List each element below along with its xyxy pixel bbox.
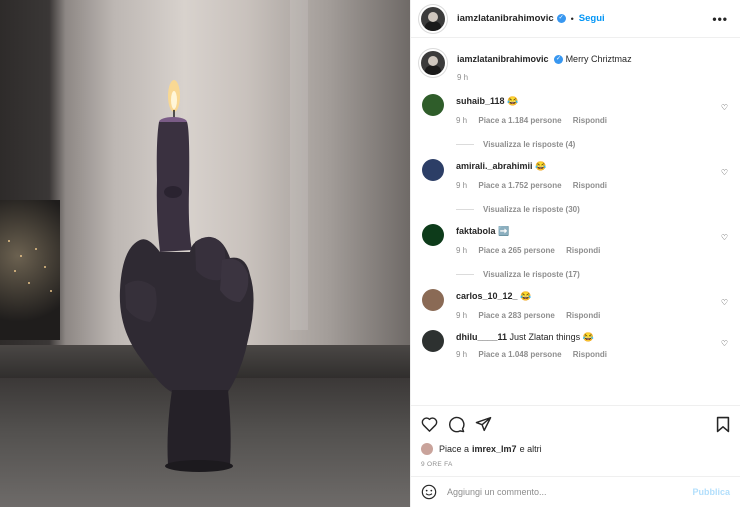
reply-button[interactable]: Rispondi (573, 116, 607, 125)
author-avatar[interactable] (421, 6, 445, 31)
post-caption: iamzlatanibrahimovic ✓ Merry Chriztmaz 9… (421, 50, 730, 82)
post-image[interactable] (0, 0, 410, 507)
comment-item: carlos_10_12_ 😂 9 h Piace a 283 persone … (421, 289, 730, 320)
post-header: iamzlatanibrahimovic ✓ • Segui ••• (411, 0, 740, 38)
caption-text: Merry Chriztmaz (565, 54, 632, 64)
reply-button[interactable]: Rispondi (566, 246, 600, 255)
replies-line (456, 274, 474, 276)
share-icon[interactable] (475, 416, 492, 432)
comment-heart-icon[interactable]: ♡ (721, 103, 728, 112)
view-replies-label: Visualizza le risposte (17) (483, 270, 580, 280)
comment-text: 😂 (535, 161, 547, 172)
comment-heart-icon[interactable]: ♡ (721, 168, 728, 177)
bookmark-icon[interactable] (716, 416, 730, 433)
more-options-icon[interactable]: ••• (712, 12, 728, 26)
caption-avatar[interactable] (421, 51, 445, 75)
wall-light (290, 0, 308, 330)
comment-username[interactable]: faktabola (456, 226, 496, 236)
view-replies-button[interactable]: Visualizza le risposte (30) (456, 205, 730, 214)
night-window (0, 200, 60, 340)
comment-time[interactable]: 9 h (456, 116, 467, 125)
comment-heart-icon[interactable]: ♡ (721, 339, 728, 348)
comment-likes[interactable]: Piace a 1.752 persone (478, 181, 561, 190)
caption-time[interactable]: 9 h (457, 73, 468, 82)
comments-list[interactable]: iamzlatanibrahimovic ✓ Merry Chriztmaz 9… (411, 38, 740, 405)
publish-button[interactable]: Pubblica (692, 487, 730, 497)
comment-heart-icon[interactable]: ♡ (721, 233, 728, 242)
comment-text: 😂 (507, 96, 519, 107)
view-replies-button[interactable]: Visualizza le risposte (4) (456, 140, 730, 149)
replies-line (456, 144, 474, 146)
caption-username[interactable]: iamzlatanibrahimovic (457, 54, 549, 64)
likes-prefix: Piace a (439, 444, 470, 454)
comment-likes[interactable]: Piace a 265 persone (478, 246, 555, 255)
view-replies-label: Visualizza le risposte (4) (483, 140, 576, 150)
follow-button[interactable]: Segui (579, 13, 605, 24)
reply-button[interactable]: Rispondi (573, 181, 607, 190)
view-replies-label: Visualizza le risposte (30) (483, 205, 580, 215)
view-replies-button[interactable]: Visualizza le risposte (17) (456, 270, 730, 279)
reply-button[interactable]: Rispondi (573, 350, 607, 359)
author-username[interactable]: iamzlatanibrahimovic (457, 13, 554, 24)
comment-input[interactable]: Aggiungi un commento... (447, 487, 692, 497)
comment-icon[interactable] (448, 416, 465, 433)
comment-time[interactable]: 9 h (456, 350, 467, 359)
comment-avatar[interactable] (422, 330, 444, 353)
comment-username[interactable]: suhaib_118 (456, 96, 505, 106)
comment-username[interactable]: amirali._abrahimii (456, 161, 533, 171)
verified-badge-icon: ✓ (554, 55, 564, 65)
comment-avatar[interactable] (422, 94, 444, 117)
comment-time[interactable]: 9 h (456, 181, 467, 190)
likes-summary[interactable]: Piace a imrex_lm7 e altri (421, 443, 730, 455)
comment-text: Just Zlatan things 😂 (509, 332, 594, 343)
comment-text: 😂 (520, 291, 532, 302)
reply-button[interactable]: Rispondi (566, 311, 600, 320)
comment-text: ➡️ (498, 226, 510, 237)
comment-likes[interactable]: Piace a 1.184 persone (478, 116, 561, 125)
liker-username[interactable]: imrex_lm7 (472, 444, 517, 454)
header-separator: • (570, 13, 574, 24)
comment-item: dhilu____11 Just Zlatan things 😂 9 h Pia… (421, 330, 730, 359)
comment-username[interactable]: carlos_10_12_ (456, 291, 518, 301)
emoji-icon[interactable] (421, 484, 437, 500)
comment-likes[interactable]: Piace a 283 persone (478, 311, 555, 320)
comment-avatar[interactable] (422, 289, 444, 312)
comment-item: amirali._abrahimii 😂 9 h Piace a 1.752 p… (421, 159, 730, 214)
instagram-post: iamzlatanibrahimovic ✓ • Segui ••• iamzl… (0, 0, 740, 507)
replies-line (456, 209, 474, 211)
likes-suffix[interactable]: e altri (520, 444, 542, 454)
liker-avatar[interactable] (421, 443, 433, 455)
comment-item: suhaib_118 😂 9 h Piace a 1.184 persone R… (421, 94, 730, 149)
comment-time[interactable]: 9 h (456, 246, 467, 255)
comment-avatar[interactable] (422, 224, 444, 247)
post-timestamp[interactable]: 9 ORE FA (421, 461, 730, 468)
comment-heart-icon[interactable]: ♡ (721, 298, 728, 307)
comment-time[interactable]: 9 h (456, 311, 467, 320)
add-comment-bar: Aggiungi un commento... Pubblica (411, 476, 740, 507)
post-side-panel: iamzlatanibrahimovic ✓ • Segui ••• iamzl… (410, 0, 740, 507)
heart-icon[interactable] (421, 416, 438, 432)
hand-candle-illustration (119, 80, 254, 472)
post-actions: Piace a imrex_lm7 e altri 9 ORE FA (411, 405, 740, 476)
comment-likes[interactable]: Piace a 1.048 persone (478, 350, 561, 359)
verified-badge-icon: ✓ (556, 14, 566, 23)
comment-avatar[interactable] (422, 159, 444, 182)
comment-item: faktabola ➡️ 9 h Piace a 265 persone Ris… (421, 224, 730, 279)
comment-username[interactable]: dhilu____11 (456, 332, 507, 342)
